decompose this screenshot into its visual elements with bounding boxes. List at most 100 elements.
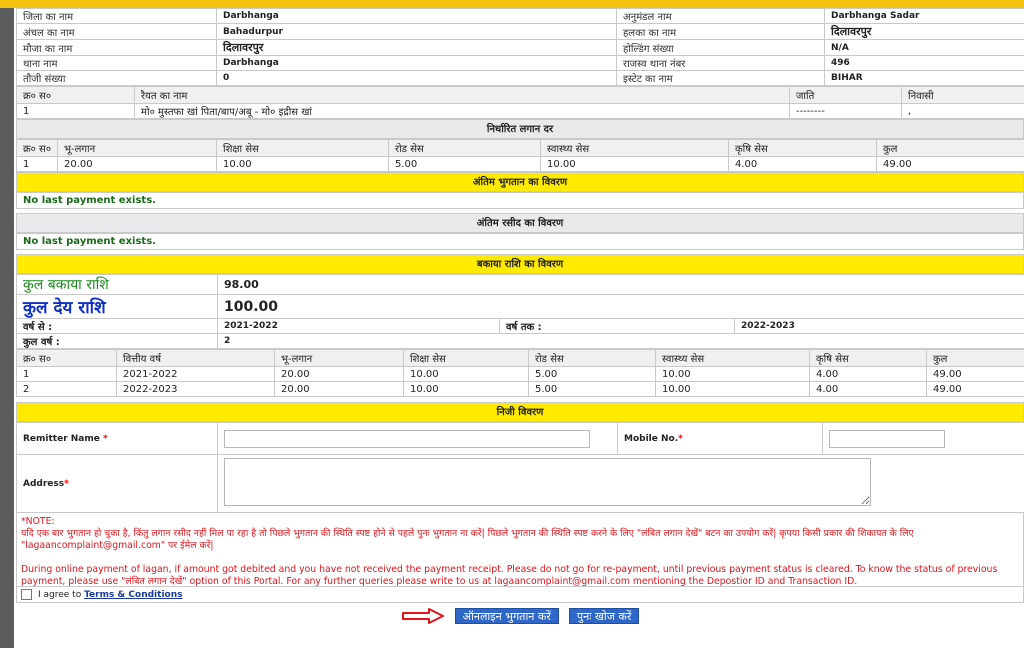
- col-header: क्र० स०: [16, 86, 135, 104]
- table-row: 1 2021-2022 20.00 10.00 5.00 10.00 4.00 …: [16, 366, 1024, 382]
- revenue-thana-label: राजस्व थाना नंबर: [616, 55, 825, 71]
- table-cell: 49.00: [876, 156, 1024, 172]
- table-cell: 1: [16, 366, 117, 382]
- mobile-label: Mobile No.: [624, 433, 679, 444]
- address-label-cell: Address*: [16, 454, 218, 513]
- thana-label: थाना नाम: [16, 55, 217, 71]
- search-again-button[interactable]: पुनः खोज करें: [568, 608, 640, 624]
- table-cell: 2: [16, 381, 117, 397]
- required-mark: *: [678, 433, 683, 444]
- table-cell: 10.00: [403, 366, 529, 382]
- table-cell: 10.00: [216, 156, 389, 172]
- info-row: मौजा का नाम दिलावरपुर होल्डिंग संख्या N/…: [16, 39, 1024, 56]
- total-years-row: कुल वर्ष : 2: [16, 333, 1024, 349]
- rate-header-row: क्र० स० भू-लगान शिक्षा सेस रोड सेस स्वास…: [16, 139, 1024, 157]
- online-pay-button[interactable]: ऑनलाइन भुगतान करें: [454, 608, 559, 624]
- note-heading: *NOTE:: [21, 516, 55, 527]
- mobile-number-input[interactable]: [829, 429, 945, 448]
- col-header: रोड सेस: [528, 349, 656, 367]
- tauzi-label: तौजी संख्या: [16, 70, 217, 86]
- last-payment-title: अंतिम भुगतान का विवरण: [16, 172, 1024, 192]
- raiyat-name: मो० मुस्तफा खां पिता/बाप/अबू - मो० इद्री…: [134, 103, 790, 119]
- dues-section-title: बकाया राशि का विवरण: [16, 254, 1024, 274]
- col-header: स्वास्थ्य सेस: [655, 349, 810, 367]
- table-cell: 5.00: [528, 381, 656, 397]
- col-header: कुल: [926, 349, 1024, 367]
- rate-table: क्र० स० भू-लगान शिक्षा सेस रोड सेस स्वास…: [16, 139, 1024, 172]
- left-scroll-strip: [0, 8, 14, 648]
- total-due-label: कुल बकाया राशि: [16, 274, 218, 295]
- table-row: 1 20.00 10.00 5.00 10.00 4.00 49.00: [16, 156, 1024, 172]
- terms-text: I agree to Terms & Conditions: [38, 590, 182, 600]
- table-cell: 10.00: [403, 381, 529, 397]
- year-from-label: वर्ष से :: [16, 318, 218, 334]
- remitter-input-cell: [217, 422, 618, 455]
- thana-value: Darbhanga: [216, 55, 617, 71]
- terms-link[interactable]: Terms & Conditions: [84, 590, 182, 600]
- payable-row: कुल देय राशि 100.00: [16, 294, 1024, 319]
- table-cell: 49.00: [926, 366, 1024, 382]
- district-value: Darbhanga: [216, 8, 617, 24]
- table-cell: ,: [901, 103, 1024, 119]
- col-header: भू-लगान: [57, 139, 217, 157]
- table-cell: 4.00: [809, 381, 927, 397]
- dues-summary-table: कुल बकाया राशि 98.00 कुल देय राशि 100.00…: [16, 274, 1024, 349]
- remitter-name-input[interactable]: [224, 429, 590, 448]
- terms-row: I agree to Terms & Conditions: [16, 587, 1024, 603]
- estate-value: BIHAR: [824, 70, 1024, 86]
- col-header: भू-लगान: [274, 349, 404, 367]
- table-cell: 20.00: [274, 366, 404, 382]
- col-header: शिक्षा सेस: [216, 139, 389, 157]
- col-header: कुल: [876, 139, 1024, 157]
- info-row: जिला का नाम Darbhanga अनुमंडल नाम Darbha…: [16, 8, 1024, 24]
- personal-section-title: निजी विवरण: [16, 402, 1024, 422]
- last-receipt-title: अंतिम रसीद का विवरण: [16, 213, 1024, 233]
- address-input-cell: [217, 454, 1024, 513]
- halka-value: दिलावरपुर: [824, 23, 1024, 40]
- info-row: अंचल का नाम Bahadurpur हलका का नाम दिलाव…: [16, 23, 1024, 40]
- mobile-input-cell: [822, 422, 1024, 455]
- payable-value: 100.00: [216, 294, 1024, 319]
- personal-form-table: Remitter Name * Mobile No.* Address*: [16, 422, 1024, 513]
- arrow-right-icon: [401, 608, 444, 624]
- land-info-table: जिला का नाम Darbhanga अनुमंडल नाम Darbha…: [16, 8, 1024, 86]
- remitter-row: Remitter Name * Mobile No.*: [16, 422, 1024, 455]
- note-english: During online payment of lagan, if amoun…: [21, 564, 998, 587]
- subdivision-label: अनुमंडल नाम: [616, 8, 825, 24]
- col-header: रोड सेस: [388, 139, 541, 157]
- table-cell: 10.00: [655, 366, 810, 382]
- col-header: वित्तीय वर्ष: [116, 349, 275, 367]
- note-box: *NOTE: यदि एक बार भुगतान हो चुका है, किं…: [16, 513, 1024, 587]
- table-cell: 20.00: [274, 381, 404, 397]
- table-cell: 5.00: [388, 156, 541, 172]
- circle-label: अंचल का नाम: [16, 23, 217, 40]
- col-header: कृषि सेस: [728, 139, 877, 157]
- col-header: रैयत का नाम: [134, 86, 790, 104]
- payable-label: कुल देय राशि: [16, 294, 218, 319]
- remitter-label: Remitter Name: [23, 433, 103, 444]
- table-cell: 1: [16, 103, 135, 119]
- table-cell: 49.00: [926, 381, 1024, 397]
- mauja-value: दिलावरपुर: [216, 39, 617, 56]
- table-row: 2 2022-2023 20.00 10.00 5.00 10.00 4.00 …: [16, 381, 1024, 397]
- subdivision-value: Darbhanga Sadar: [824, 8, 1024, 24]
- total-due-value: 98.00: [216, 274, 1024, 295]
- col-header: निवासी: [901, 86, 1024, 104]
- table-cell: 10.00: [655, 381, 810, 397]
- district-label: जिला का नाम: [16, 8, 217, 24]
- year-to-value: 2022-2023: [733, 318, 1024, 334]
- dues-header-row: क्र० स० वित्तीय वर्ष भू-लगान शिक्षा सेस …: [16, 349, 1024, 367]
- terms-prefix: I agree to: [38, 589, 85, 600]
- col-header: शिक्षा सेस: [403, 349, 529, 367]
- table-cell: --------: [789, 103, 902, 119]
- info-row: तौजी संख्या 0 इस्टेट का नाम BIHAR: [16, 70, 1024, 86]
- year-to-label: वर्ष तक :: [499, 318, 735, 334]
- table-cell: 2022-2023: [116, 381, 275, 397]
- table-cell: 2021-2022: [116, 366, 275, 382]
- terms-checkbox[interactable]: [21, 589, 32, 600]
- col-header: क्र० स०: [16, 349, 117, 367]
- note-hindi: यदि एक बार भुगतान हो चुका है, किंतु लगान…: [21, 528, 914, 551]
- table-cell: 10.00: [540, 156, 729, 172]
- address-textarea[interactable]: [224, 458, 871, 506]
- holding-value: N/A: [824, 39, 1024, 56]
